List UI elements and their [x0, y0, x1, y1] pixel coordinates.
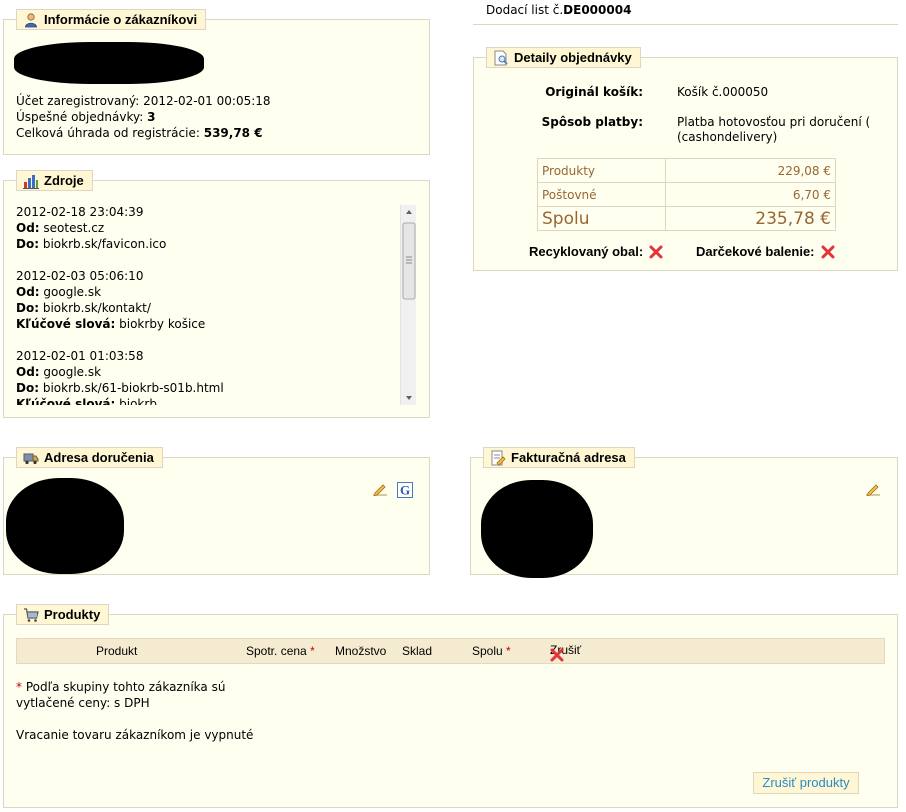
- user-icon: [23, 12, 39, 28]
- gift-wrapping-row: Darčekové balenie:: [696, 244, 835, 259]
- col-stock: Sklad: [402, 644, 433, 658]
- delivery-slip-number: DE000004: [563, 3, 632, 17]
- edit-pencil-icon[interactable]: [865, 482, 881, 498]
- col-quantity: Množstvo: [335, 644, 387, 658]
- col-cancel: Zrušiť: [550, 643, 581, 662]
- scroll-down-arrow-icon[interactable]: [406, 396, 412, 400]
- products-table-header: Produkt Spotr. cena * Množstvo Sklad Spo…: [16, 638, 885, 664]
- col-total: Spolu *: [472, 644, 511, 658]
- source-entry-2-keywords: Kľúčové slová: biokrby košice: [16, 317, 206, 331]
- registered-value: 2012-02-01 00:05:18: [143, 94, 271, 108]
- source-entry-1-from: Od: seotest.cz: [16, 221, 105, 235]
- source-entry-3-to: Do: biokrb.sk/61-biokrb-s01b.html: [16, 381, 224, 395]
- source-entry-2-date: 2012-02-03 05:06:10: [16, 269, 144, 283]
- invoice-address-legend: Fakturačná adresa: [483, 447, 635, 468]
- shipping-address-legend: Adresa doručenia: [16, 447, 163, 468]
- scroll-thumb[interactable]: [402, 222, 416, 300]
- source-entry-1-to: Do: biokrb.sk/favicon.ico: [16, 237, 167, 251]
- totals-products-label: Produkty: [537, 158, 666, 183]
- delivery-slip-header: Dodací list č.DE000004: [486, 3, 632, 17]
- customer-info-panel: Informácie o zákazníkovi Účet zaregistro…: [3, 9, 430, 155]
- truck-icon: [23, 450, 39, 466]
- customer-info-legend: Informácie o zákazníkovi: [16, 9, 207, 30]
- price-note-line1: * Podľa skupiny tohto zákazníka sú: [16, 680, 226, 694]
- sources-title: Zdroje: [44, 173, 84, 188]
- redacted-shipping-address: [6, 478, 124, 574]
- original-cart-value: Košík č.000050: [677, 85, 769, 99]
- totals-sum-row: Spolu 235,78 €: [537, 206, 837, 231]
- products-title: Produkty: [44, 607, 101, 622]
- cart-icon: [23, 607, 39, 623]
- source-entry-3-keywords: Kľúčové slová: biokrb: [16, 397, 157, 405]
- invoice-address-panel: Fakturačná adresa: [470, 447, 898, 578]
- cross-icon: [821, 245, 835, 259]
- total-value: 539,78 €: [203, 126, 263, 140]
- payment-method-value: Platba hotovosťou pri doručení ( (cashon…: [677, 115, 871, 144]
- totals-products-row: Produkty 229,08 €: [537, 158, 837, 183]
- total-row: Celková úhrada od registrácie: 539,78 €: [16, 126, 263, 140]
- totals-sum-label: Spolu: [537, 206, 666, 231]
- totals-products-value: 229,08 €: [664, 158, 837, 183]
- source-entry-3-from: Od: google.sk: [16, 365, 102, 379]
- order-details-panel: Detaily objednávky Originál košík: Košík…: [473, 47, 898, 271]
- document-search-icon: [493, 50, 509, 66]
- cancel-products-button[interactable]: Zrušiť produkty: [753, 772, 859, 794]
- delivery-slip-divider: [473, 24, 898, 25]
- registered-row: Účet zaregistrovaný: 2012-02-01 00:05:18: [16, 94, 271, 108]
- customer-info-title: Informácie o zákazníkovi: [44, 12, 198, 27]
- orders-value: 3: [147, 110, 156, 124]
- shipping-address-panel: Adresa doručenia G: [3, 447, 430, 575]
- source-entry-2-from: Od: google.sk: [16, 285, 102, 299]
- recycled-packaging-row: Recyklovaný obal:: [529, 244, 663, 259]
- redacted-customer-name: [14, 42, 204, 84]
- totals-shipping-row: Poštovné 6,70 €: [537, 182, 837, 207]
- sources-scroll-area[interactable]: 2012-02-18 23:04:39 Od: seotest.cz Do: b…: [16, 205, 401, 405]
- price-note-line2: vytlačené ceny: s DPH: [16, 696, 150, 710]
- totals-sum-value: 235,78 €: [664, 206, 837, 231]
- source-entry-1-date: 2012-02-18 23:04:39: [16, 205, 144, 219]
- cross-icon: [550, 648, 564, 662]
- order-details-title: Detaily objednávky: [514, 50, 632, 65]
- bar-chart-icon: [23, 173, 39, 189]
- order-totals-table: Produkty 229,08 € Poštovné 6,70 € Spolu …: [537, 158, 837, 231]
- scroll-up-arrow-icon[interactable]: [406, 210, 412, 214]
- totals-shipping-label: Poštovné: [537, 182, 666, 207]
- sources-legend: Zdroje: [16, 170, 93, 191]
- cross-icon: [649, 245, 663, 259]
- col-product: Produkt: [96, 644, 138, 658]
- google-maps-icon[interactable]: G: [397, 482, 413, 498]
- invoice-icon: [490, 450, 506, 466]
- invoice-address-title: Fakturačná adresa: [511, 450, 626, 465]
- source-entry-2-to: Do: biokrb.sk/kontakt/: [16, 301, 151, 315]
- products-panel: Produkty Produkt Spotr. cena * Množstvo …: [3, 604, 898, 808]
- sources-scrollbar[interactable]: [400, 205, 416, 405]
- totals-shipping-value: 6,70 €: [664, 182, 837, 207]
- col-price: Spotr. cena *: [246, 644, 315, 658]
- svg-text:G: G: [400, 483, 410, 498]
- redacted-invoice-address: [481, 480, 593, 578]
- returns-note: Vracanie tovaru zákazníkom je vypnuté: [16, 728, 254, 742]
- edit-pencil-icon[interactable]: [372, 482, 388, 498]
- shipping-address-title: Adresa doručenia: [44, 450, 154, 465]
- sources-panel: Zdroje 2012-02-18 23:04:39 Od: seotest.c…: [3, 170, 430, 418]
- order-details-legend: Detaily objednávky: [486, 47, 641, 68]
- products-legend: Produkty: [16, 604, 110, 625]
- source-entry-3-date: 2012-02-01 01:03:58: [16, 349, 144, 363]
- orders-row: Úspešné objednávky: 3: [16, 110, 156, 124]
